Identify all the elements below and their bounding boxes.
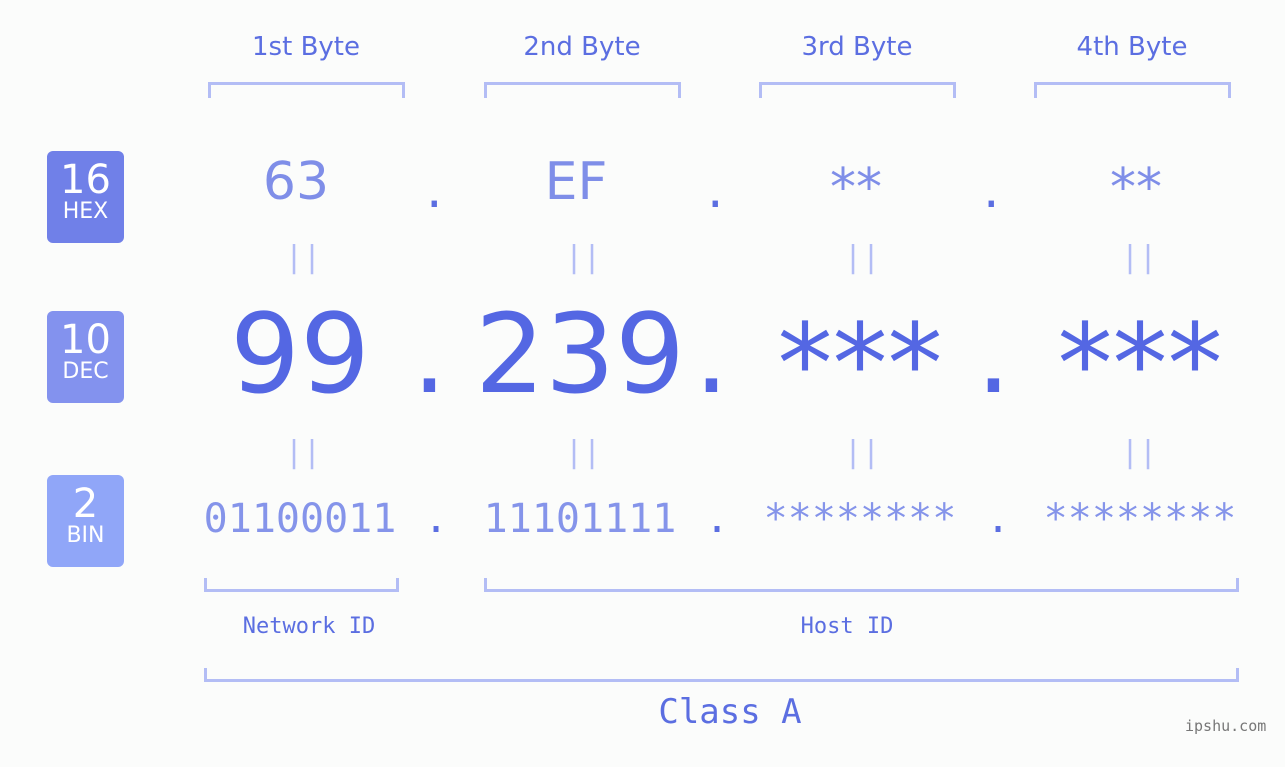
host-id-bracket (484, 578, 1239, 592)
bin-value-2: 11101111 (483, 496, 677, 542)
byte-header-3: 3rd Byte (801, 32, 913, 62)
dec-value-4: *** (1057, 300, 1223, 428)
bin-badge-label: BIN (66, 523, 105, 548)
byte-bracket-2 (484, 82, 681, 98)
watermark: ipshu.com (1185, 717, 1267, 735)
dec-value-1: 99 (230, 290, 370, 418)
equals-sign: || (1121, 435, 1158, 470)
bin-badge: 2 BIN (47, 475, 124, 567)
equals-sign: || (1121, 240, 1158, 275)
dec-badge-number: 10 (60, 317, 111, 363)
equals-sign: || (565, 240, 602, 275)
dec-badge-label: DEC (62, 359, 109, 384)
equals-sign: || (844, 240, 881, 275)
hex-value-2: EF (544, 152, 608, 212)
byte-bracket-3 (759, 82, 956, 98)
hex-value-4: ** (1110, 158, 1162, 218)
byte-header-4: 4th Byte (1076, 32, 1188, 62)
class-bracket (204, 668, 1239, 682)
hex-badge: 16 HEX (47, 151, 124, 243)
hex-badge-label: HEX (62, 199, 109, 224)
host-id-label: Host ID (800, 614, 894, 639)
byte-bracket-1 (208, 82, 405, 98)
bin-value-4: ******** (1043, 496, 1237, 542)
byte-header-1: 1st Byte (252, 32, 360, 62)
equals-sign: || (844, 435, 881, 470)
bin-badge-number: 2 (72, 481, 99, 527)
hex-badge-number: 16 (60, 157, 111, 203)
hex-value-1: 63 (262, 152, 330, 212)
dec-badge: 10 DEC (47, 311, 124, 403)
byte-bracket-4 (1034, 82, 1231, 98)
network-id-bracket (204, 578, 399, 592)
class-label: Class A (658, 692, 802, 732)
equals-sign: || (285, 435, 322, 470)
equals-sign: || (285, 240, 322, 275)
hex-value-3: ** (830, 158, 882, 218)
network-id-label: Network ID (242, 614, 376, 639)
dec-value-3: *** (777, 300, 943, 428)
bin-value-1: 01100011 (203, 496, 397, 542)
dec-value-2: 239 (475, 290, 685, 418)
byte-header-2: 2nd Byte (523, 32, 641, 62)
equals-sign: || (565, 435, 602, 470)
bin-value-3: ******** (763, 496, 957, 542)
